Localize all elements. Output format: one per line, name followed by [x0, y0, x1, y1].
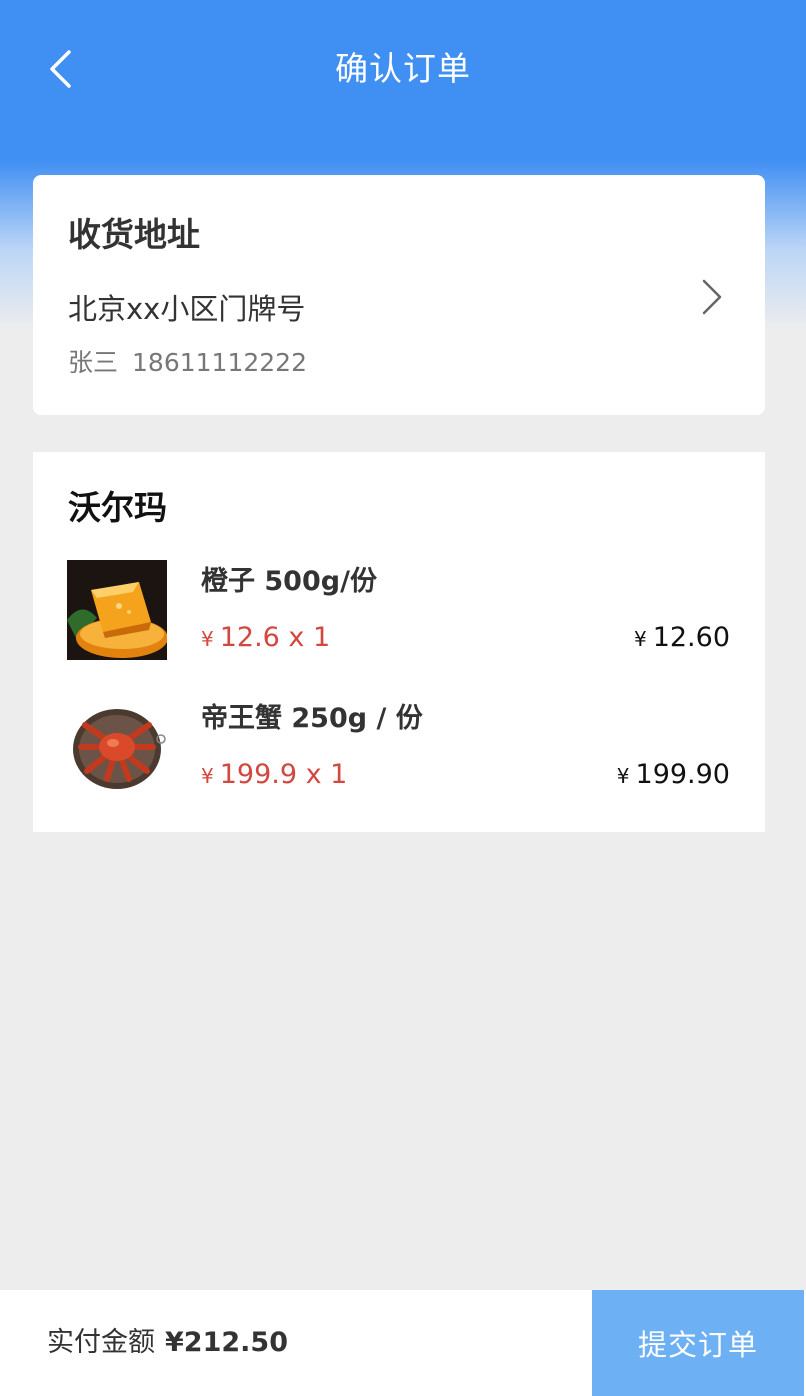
address-card[interactable]: 收货地址 北京xx小区门牌号 张三 18611112222: [33, 175, 765, 415]
order-item: 橙子 500g/份 ¥12.6 x 1 ¥12.60: [33, 560, 765, 670]
item-unit-price: ¥12.6 x 1: [201, 618, 330, 659]
top-bar: 确认订单: [0, 0, 806, 140]
paid-amount: ¥212.50: [165, 1327, 288, 1358]
currency-symbol: ¥: [201, 627, 214, 651]
address-detail: 北京xx小区门牌号: [68, 292, 306, 326]
order-item: 帝王蟹 250g / 份 ¥199.9 x 1 ¥199.90: [33, 697, 765, 807]
paid-label: 实付金额: [47, 1327, 155, 1358]
page-title: 确认订单: [335, 49, 471, 88]
item-total-value: 199.90: [635, 759, 730, 790]
recipient-name: 张三: [68, 348, 119, 377]
item-unit-price: ¥199.9 x 1: [201, 755, 347, 796]
address-heading: 收货地址: [68, 215, 200, 254]
contact-info: 张三 18611112222: [68, 345, 307, 381]
paid-summary: 实付金额 ¥212.50: [47, 1322, 288, 1364]
item-unit-price-value: 12.6 x 1: [219, 622, 331, 653]
item-name: 帝王蟹 250g / 份: [201, 703, 423, 734]
currency-symbol: ¥: [201, 764, 214, 788]
king-crab-image: [67, 697, 167, 797]
submit-order-button[interactable]: 提交订单: [592, 1290, 804, 1396]
store-card: 沃尔玛 橙子 500g/份 ¥12.6 x 1 ¥12.60 帝王蟹 250g …: [33, 452, 765, 832]
checkout-bar: 实付金额 ¥212.50 提交订单: [0, 1290, 806, 1396]
item-unit-price-value: 199.9 x 1: [219, 759, 348, 790]
orange-image: [67, 560, 167, 660]
currency-symbol: ¥: [633, 627, 647, 651]
currency-symbol: ¥: [616, 764, 630, 788]
item-total: ¥199.90: [617, 755, 730, 796]
item-total: ¥12.60: [634, 618, 730, 659]
chevron-right-icon: [702, 279, 722, 315]
store-name: 沃尔玛: [68, 488, 167, 527]
item-total-value: 12.60: [652, 622, 730, 653]
item-name: 橙子 500g/份: [201, 566, 377, 597]
recipient-phone: 18611112222: [132, 348, 307, 377]
